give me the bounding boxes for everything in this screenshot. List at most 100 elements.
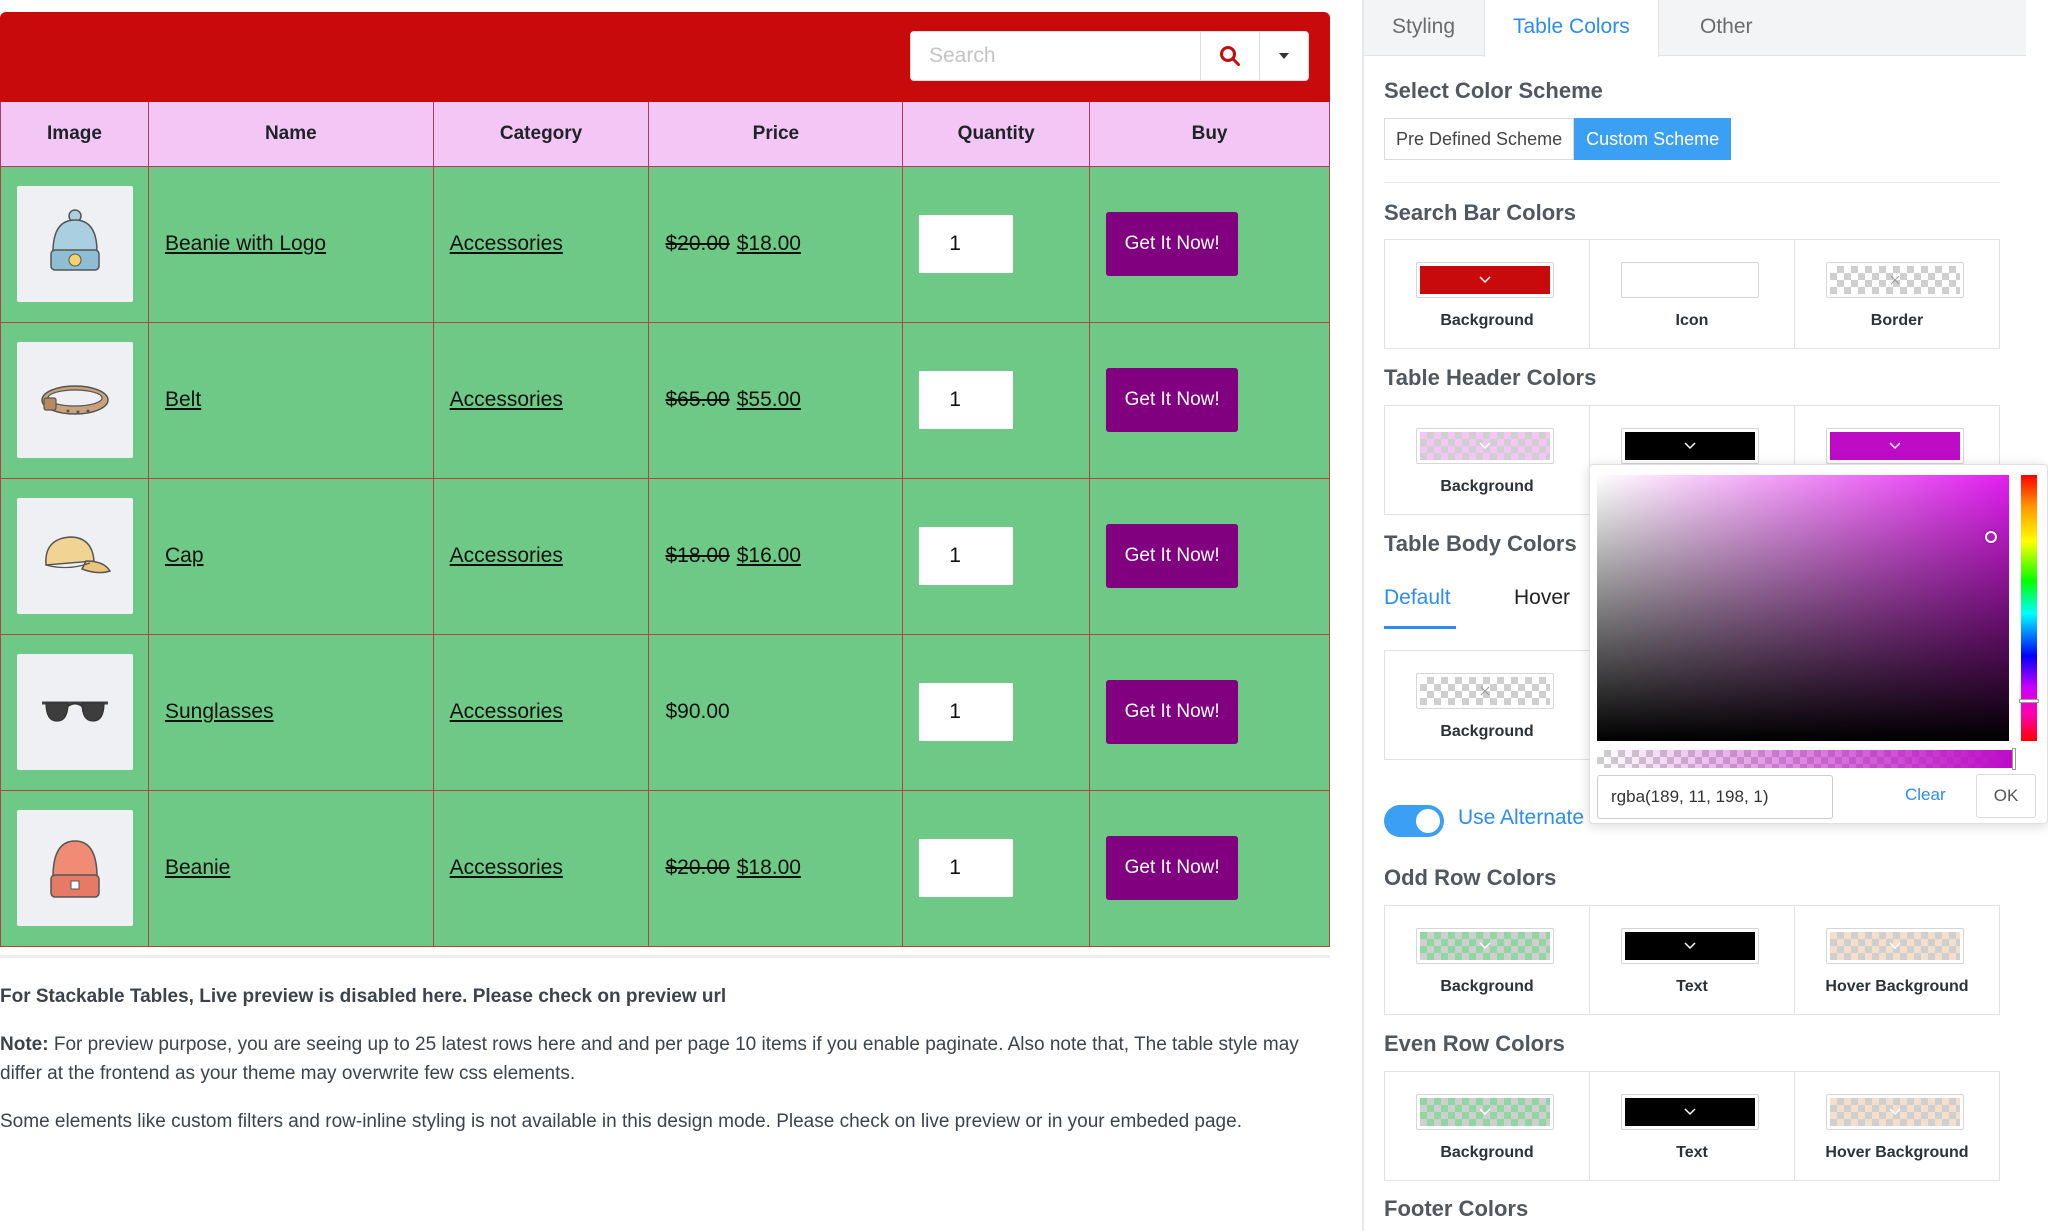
quantity-cell — [902, 321, 1091, 479]
custom-scheme-button[interactable]: Custom Scheme — [1574, 118, 1732, 160]
search-border-swatch[interactable] — [1826, 262, 1964, 298]
buy-button[interactable]: Get It Now! — [1106, 368, 1239, 432]
color-picker-popup: Clear OK — [1589, 464, 2048, 824]
alternate-colors-toggle[interactable] — [1384, 805, 1444, 837]
header-border-swatch[interactable] — [1826, 428, 1964, 464]
ok-button[interactable]: OK — [1976, 774, 2036, 818]
clear-x-icon — [1890, 275, 1900, 285]
body-bg-swatch[interactable] — [1416, 673, 1554, 709]
search-bar-colors-title: Search Bar Colors — [1384, 200, 1576, 225]
search-dropdown-button[interactable] — [1258, 32, 1308, 80]
sunglasses-icon — [42, 701, 108, 722]
buy-button[interactable]: Get It Now! — [1106, 212, 1239, 276]
tab-table-colors[interactable]: Table Colors — [1484, 0, 1659, 57]
buy-button[interactable]: Get It Now! — [1106, 524, 1239, 588]
buy-button[interactable]: Get It Now! — [1106, 680, 1239, 744]
product-name-link[interactable]: Belt — [165, 388, 201, 411]
product-image-sunglasses[interactable] — [17, 654, 133, 770]
swatch-label: Icon — [1675, 312, 1709, 329]
even-bg-swatch[interactable] — [1416, 1094, 1554, 1130]
body-bg-color-cell: Background — [1385, 651, 1590, 759]
swatch-label: Background — [1440, 723, 1534, 740]
chevron-down-icon — [1684, 942, 1696, 950]
footer-colors-title: Footer Colors — [1384, 1196, 1529, 1221]
search-bg-swatch[interactable] — [1416, 262, 1554, 298]
even-row-colors-title: Even Row Colors — [1384, 1031, 1565, 1056]
odd-bg-color-cell: Background — [1385, 906, 1590, 1014]
quantity-input[interactable] — [919, 371, 1014, 429]
clear-button[interactable]: Clear — [1905, 785, 1946, 805]
product-image-beanie[interactable] — [17, 810, 133, 926]
quantity-input[interactable] — [919, 683, 1014, 741]
color-handle[interactable] — [1985, 531, 1997, 543]
tab-other[interactable]: Other — [1700, 0, 1753, 56]
divider — [1384, 182, 2000, 183]
even-text-swatch[interactable] — [1621, 1094, 1759, 1130]
buy-button[interactable]: Get It Now! — [1106, 836, 1239, 900]
alpha-slider[interactable] — [1597, 748, 2016, 770]
column-header-name[interactable]: Name — [147, 102, 434, 167]
table-row: Sunglasses Accessories $90.00 Get It Now… — [0, 633, 1330, 791]
table-row: Beanie Accessories $20.00 $18.00 Get It N… — [0, 789, 1330, 947]
hue-handle[interactable] — [2019, 699, 2039, 703]
name-cell: Belt — [147, 321, 434, 479]
search-icon-swatch[interactable] — [1621, 262, 1759, 298]
chevron-down-icon — [1889, 942, 1901, 950]
table-header-row: Image Name Category Price Quantity Buy — [0, 102, 1330, 167]
category-link[interactable]: Accessories — [450, 856, 563, 879]
column-header-price[interactable]: Price — [648, 102, 904, 167]
design-mode-note: Some elements like custom filters and ro… — [0, 1111, 1242, 1132]
quantity-cell — [902, 789, 1091, 947]
quantity-cell — [902, 477, 1091, 635]
buy-cell: Get It Now! — [1089, 789, 1330, 947]
predefined-scheme-button[interactable]: Pre Defined Scheme — [1384, 118, 1575, 160]
category-link[interactable]: Accessories — [450, 388, 563, 411]
quantity-cell — [902, 633, 1091, 791]
header-text-swatch[interactable] — [1621, 428, 1759, 464]
saturation-value-area[interactable] — [1597, 475, 2009, 741]
product-name-link[interactable]: Beanie with Logo — [165, 232, 326, 255]
product-image-belt[interactable] — [17, 342, 133, 458]
even-hover-bg-swatch[interactable] — [1826, 1094, 1964, 1130]
category-link[interactable]: Accessories — [450, 232, 563, 255]
color-value-input[interactable] — [1597, 775, 1833, 819]
product-image-cap[interactable] — [17, 498, 133, 614]
image-cell — [0, 477, 149, 635]
quantity-input[interactable] — [919, 215, 1014, 273]
quantity-input[interactable] — [919, 527, 1014, 585]
search-input[interactable] — [911, 32, 1200, 80]
tab-default[interactable]: Default — [1384, 586, 1451, 610]
odd-text-swatch[interactable] — [1621, 928, 1759, 964]
category-link[interactable]: Accessories — [450, 544, 563, 567]
odd-row-colors: Background Text Hover Background — [1384, 905, 2000, 1015]
swatch-label: Text — [1676, 978, 1708, 995]
odd-bg-swatch[interactable] — [1416, 928, 1554, 964]
preview-notes: For Stackable Tables, Live preview is di… — [0, 955, 1330, 1155]
quantity-input[interactable] — [919, 839, 1014, 897]
product-name-link[interactable]: Sunglasses — [165, 700, 274, 723]
tab-styling[interactable]: Styling — [1392, 0, 1455, 56]
search-button[interactable] — [1200, 32, 1259, 80]
column-header-quantity[interactable]: Quantity — [902, 102, 1091, 167]
odd-hover-bg-swatch[interactable] — [1826, 928, 1964, 964]
header-bg-swatch[interactable] — [1416, 428, 1554, 464]
quantity-cell — [902, 165, 1091, 323]
image-cell — [0, 165, 149, 323]
active-tab-indicator — [1384, 626, 1456, 629]
regular-price: $20.00 — [665, 232, 730, 255]
product-image-beanie-with-logo[interactable] — [17, 186, 133, 302]
column-header-image[interactable]: Image — [0, 102, 149, 167]
alpha-handle[interactable] — [2012, 748, 2016, 770]
buy-cell: Get It Now! — [1089, 321, 1330, 479]
caret-down-icon — [1278, 53, 1289, 59]
product-name-link[interactable]: Cap — [165, 544, 204, 567]
hue-slider[interactable] — [2019, 475, 2039, 741]
tab-hover[interactable]: Hover — [1514, 586, 1570, 610]
search-box — [910, 31, 1309, 81]
category-link[interactable]: Accessories — [450, 700, 563, 723]
sale-price: $18.00 — [736, 856, 801, 879]
swatch-label: Background — [1440, 1144, 1534, 1161]
column-header-category[interactable]: Category — [432, 102, 650, 167]
product-name-link[interactable]: Beanie — [165, 856, 230, 879]
column-header-buy[interactable]: Buy — [1089, 102, 1330, 167]
